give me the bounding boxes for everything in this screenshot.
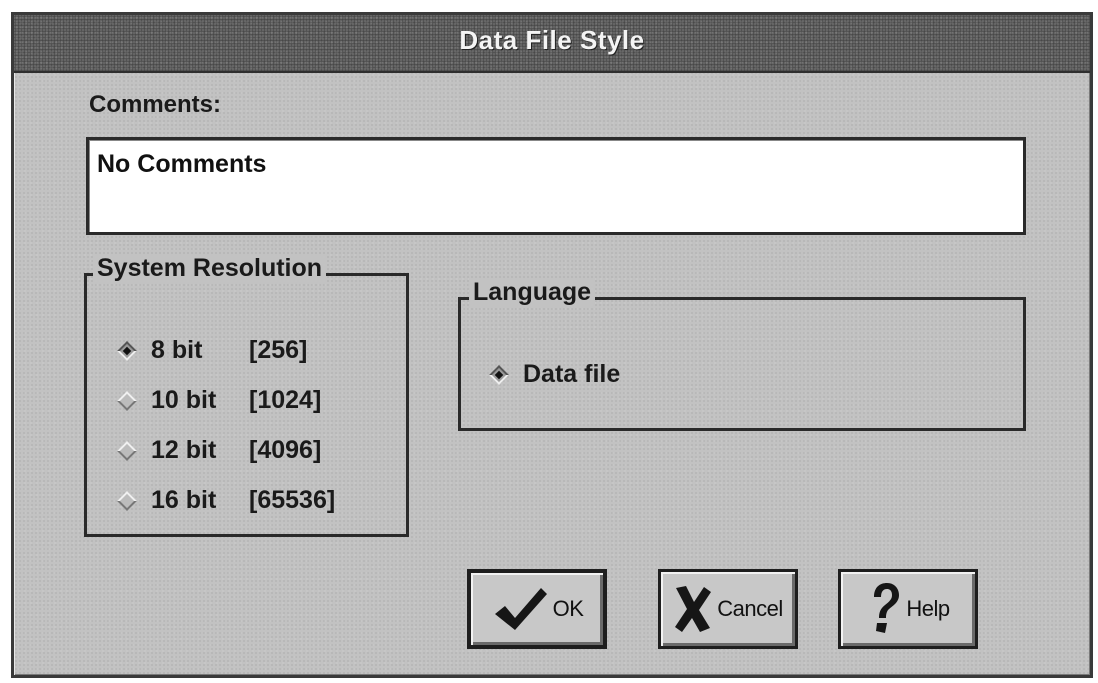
resolution-option-10bit[interactable]: 10 bit [1024]: [117, 386, 321, 415]
system-resolution-group: System Resolution 8 bit [256] 10 bit [1024…: [84, 254, 409, 537]
radio-unselected-icon[interactable]: [117, 390, 137, 411]
comments-label: Comments:: [89, 91, 222, 118]
question-mark-icon: [866, 581, 902, 637]
window-title: Data File Style: [459, 25, 645, 55]
checkmark-icon: [491, 584, 549, 634]
option-bits: 16 bit: [151, 486, 217, 514]
radio-unselected-icon[interactable]: [117, 490, 137, 511]
option-bits: 12 bit: [151, 436, 217, 464]
option-range: [4096]: [249, 436, 322, 464]
help-button[interactable]: Help: [838, 569, 978, 649]
title-bar[interactable]: Data File Style: [14, 15, 1090, 73]
option-range: [65536]: [249, 486, 336, 514]
language-option-data-file[interactable]: Data file: [489, 360, 620, 389]
option-range: [1024]: [249, 386, 322, 414]
radio-selected-icon[interactable]: [117, 340, 137, 361]
comments-field[interactable]: No Comments: [86, 137, 1026, 235]
cancel-button[interactable]: Cancel: [658, 569, 798, 649]
cancel-label: Cancel: [717, 596, 783, 621]
radio-unselected-icon[interactable]: [117, 440, 137, 461]
language-title: Language: [469, 278, 596, 307]
language-group: Language Data file: [458, 278, 1026, 431]
option-range: [256]: [249, 336, 308, 364]
ok-button[interactable]: OK: [467, 569, 607, 649]
resolution-option-8bit[interactable]: 8 bit [256]: [117, 336, 307, 365]
option-bits: 10 bit: [151, 386, 217, 414]
x-icon: [673, 584, 713, 634]
resolution-option-16bit[interactable]: 16 bit [65536]: [117, 486, 335, 515]
system-resolution-title: System Resolution: [93, 254, 327, 283]
help-label: Help: [906, 596, 950, 621]
radio-selected-icon[interactable]: [489, 364, 509, 385]
resolution-option-12bit[interactable]: 12 bit [4096]: [117, 436, 321, 465]
option-bits: 8 bit: [151, 336, 203, 364]
option-label: Data file: [523, 360, 621, 388]
ok-label: OK: [552, 596, 584, 621]
data-file-style-dialog: Data File Style Comments: No Comments Sy…: [11, 12, 1093, 678]
